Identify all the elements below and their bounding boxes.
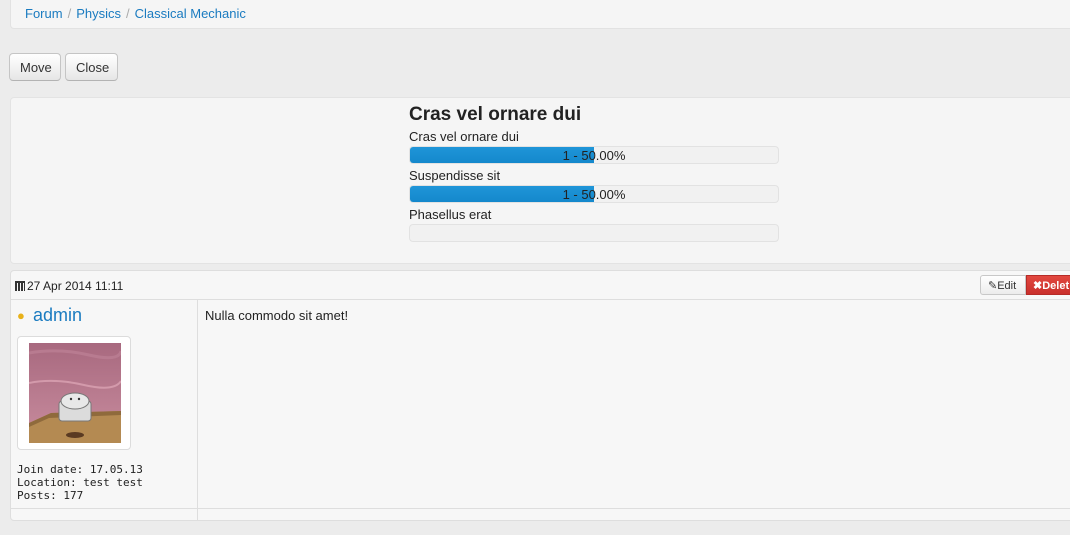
author-info: Join date: 17.05.13 Location: test test … [17,463,143,502]
poll-option-label: Suspendisse sit [409,168,501,183]
author-location: Location: test test [17,476,143,489]
edit-button[interactable]: ✎Edit [980,275,1026,295]
breadcrumb-classical-mechanic[interactable]: Classical Mechanic [135,6,246,21]
avatar[interactable] [17,336,131,450]
poll-option-result: 1 - 50.00% [562,148,626,163]
poll-option-result: 1 - 50.00% [562,187,626,202]
poll-panel: Cras vel ornare dui Cras vel ornare dui … [10,97,1070,264]
delete-button-label: Delet [1042,280,1070,292]
poll-option-progress [409,224,779,242]
post-date-text: 27 Apr 2014 11:11 [27,279,124,293]
breadcrumb-physics[interactable]: Physics [76,6,121,21]
poll-option-progress: 1 - 50.00% [409,185,779,203]
poll-option-progress: 1 - 50.00% [409,146,779,164]
delete-icon: ✖ [1033,280,1043,292]
avatar-image [29,343,121,443]
post: 27 Apr 2014 11:11 ✎Edit ✖Delet ● admin J… [10,270,1070,521]
author-join-date: Join date: 17.05.13 [17,463,143,476]
edit-button-label: Edit [997,280,1017,292]
post-footer [11,508,1070,520]
close-button[interactable]: Close [65,53,118,81]
lightbulb-icon: ● [17,308,25,323]
post-header: 27 Apr 2014 11:11 ✎Edit ✖Delet [11,271,1070,300]
post-author-panel: ● admin Join date: 17.05.13 Location: te… [11,300,198,520]
poll-option-label: Phasellus erat [409,207,492,222]
move-button[interactable]: Move [9,53,61,81]
edit-icon: ✎ [988,280,998,292]
delete-button[interactable]: ✖Delet [1026,275,1070,295]
breadcrumb-forum[interactable]: Forum [25,6,63,21]
breadcrumb-separator: / [125,6,130,21]
breadcrumb: Forum / Physics / Classical Mechanic [10,0,1070,29]
post-body: Nulla commodo sit amet! [205,308,349,323]
post-date: 27 Apr 2014 11:11 [15,279,123,293]
author-posts: Posts: 177 [17,489,84,502]
breadcrumb-separator: / [67,6,72,21]
poll-title: Cras vel ornare dui [409,104,582,125]
calendar-icon [15,281,25,291]
poll-option-label: Cras vel ornare dui [409,129,519,144]
author-username[interactable]: admin [33,305,82,326]
